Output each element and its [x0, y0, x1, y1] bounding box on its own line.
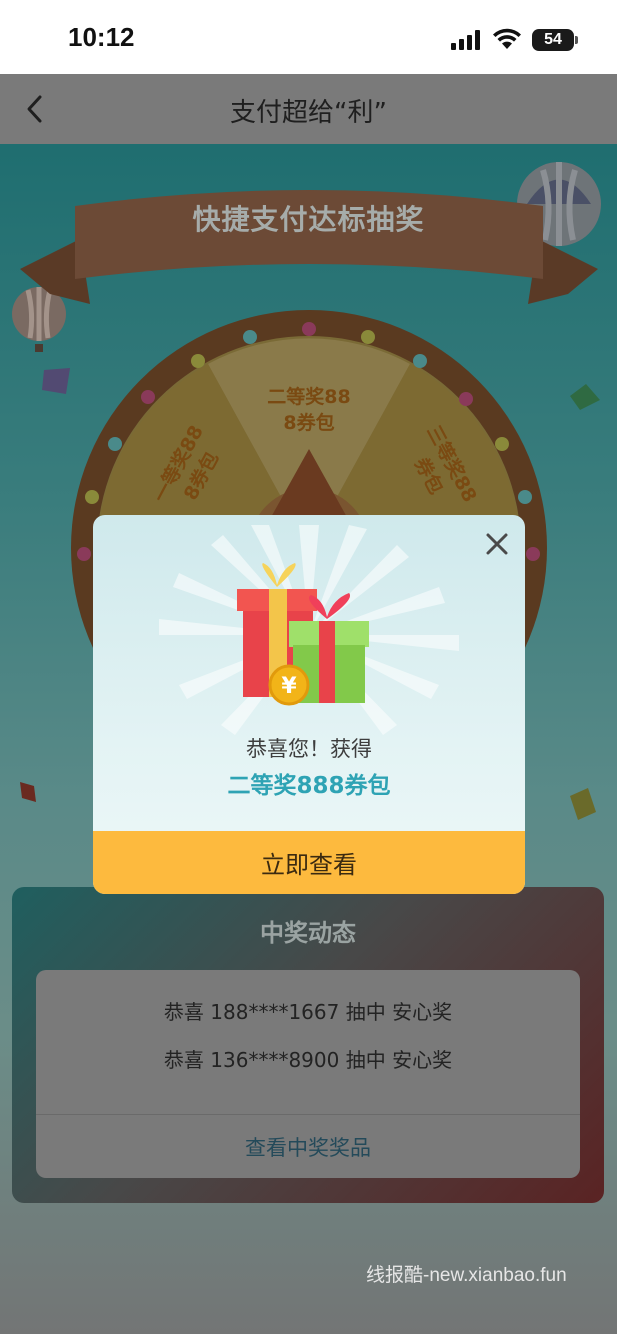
wifi-icon	[493, 28, 521, 49]
winners-list: 恭喜 188****1667 抽中 安心奖 恭喜 136****8900 抽中 …	[36, 970, 580, 1178]
confetti	[570, 384, 600, 410]
banner-title: 快捷支付达标抽奖	[192, 203, 425, 236]
page-title: 支付超给“利”	[230, 98, 387, 128]
nav-bar: 支付超给“利”	[0, 74, 617, 144]
status-bar: 10:12 54	[0, 0, 617, 74]
view-prizes-link[interactable]: 查看中奖奖品	[36, 1132, 580, 1162]
winner-row: 恭喜 136****8900 抽中 安心奖	[163, 1048, 453, 1072]
confetti	[570, 788, 596, 820]
view-now-button[interactable]: 立即查看	[93, 831, 525, 894]
wheel-segment-label: 二等奖88 8券包	[267, 386, 351, 434]
status-time: 10:12	[68, 22, 135, 52]
yen-coin-icon: ¥	[281, 674, 297, 699]
cellular-signal-icon	[451, 30, 480, 50]
battery-tip	[575, 36, 578, 44]
watermark: 线报酷-new.xianbao.fun	[366, 1265, 567, 1286]
winners-title: 中奖动态	[260, 919, 356, 947]
congrats-text: 恭喜您！获得	[246, 737, 372, 761]
confetti	[42, 368, 70, 394]
divider	[36, 1114, 580, 1115]
prize-modal: ¥ 恭喜您！获得 二等奖888券包 立即查看	[93, 515, 525, 894]
winner-row: 恭喜 188****1667 抽中 安心奖	[163, 1000, 453, 1024]
battery-icon: 54	[532, 29, 574, 51]
confetti	[20, 782, 36, 802]
prize-name: 二等奖888券包	[227, 773, 391, 799]
close-icon[interactable]	[483, 530, 511, 558]
winners-panel: 中奖动态 恭喜 188****1667 抽中 安心奖 恭喜 136****890…	[12, 887, 604, 1203]
battery-level: 54	[544, 31, 562, 48]
gift-icon: ¥	[237, 563, 369, 706]
